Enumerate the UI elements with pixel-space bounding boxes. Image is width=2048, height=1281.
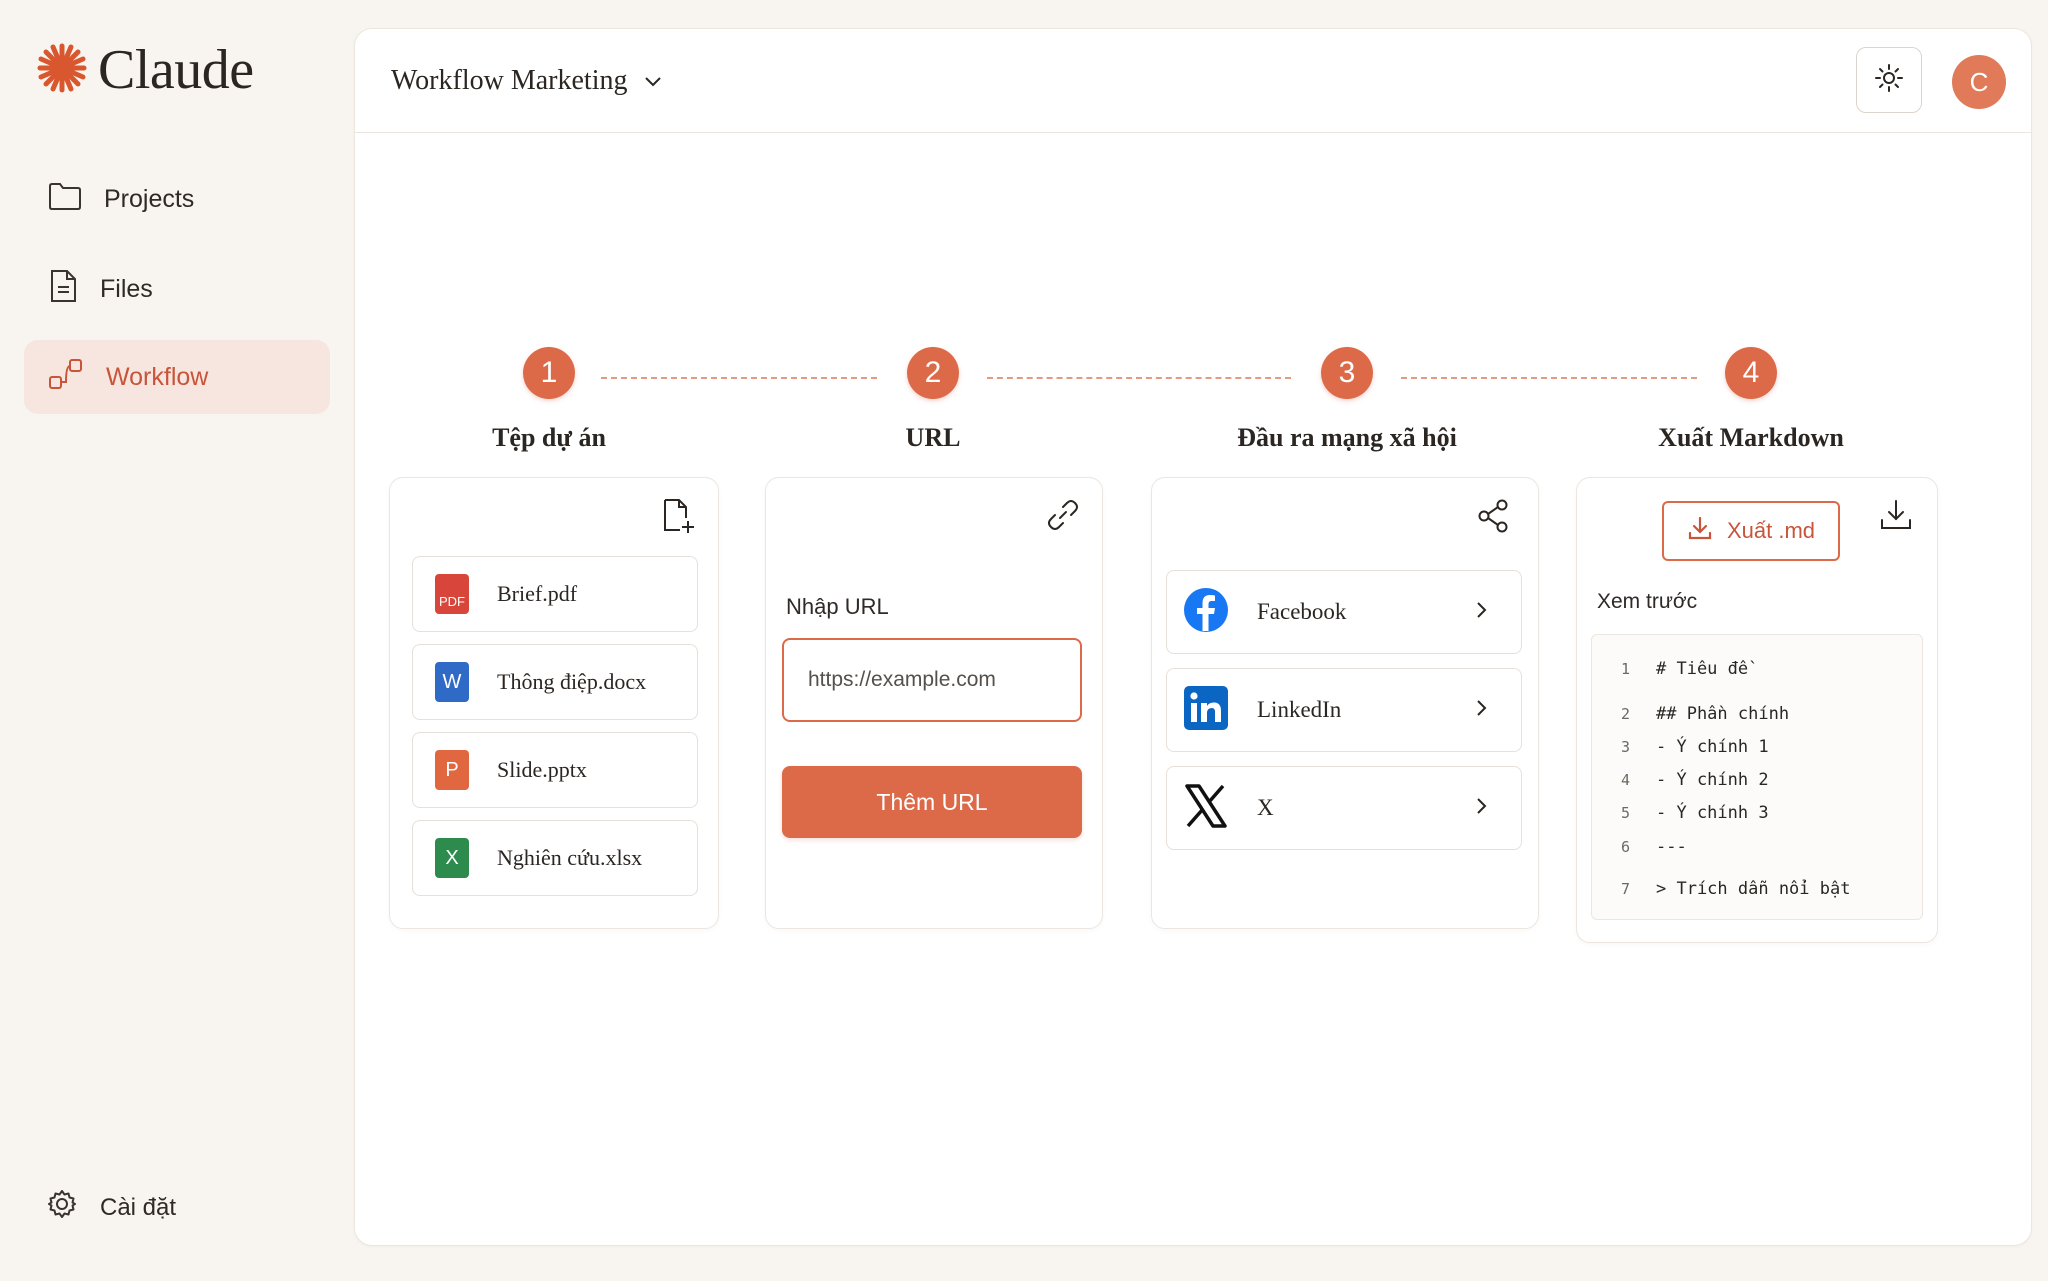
file-item-xlsx[interactable]: X Nghiên cứu.xlsx [412, 820, 698, 896]
project-files-card: PDF Brief.pdf W Thông điệp.docx P Slide.… [389, 477, 719, 929]
file-icon [48, 269, 78, 310]
theme-toggle-button[interactable] [1856, 47, 1922, 113]
sidebar-item-label: Projects [104, 184, 195, 213]
code-line: 5 - Ý chính 3 [1592, 803, 1769, 823]
x-icon [1183, 783, 1229, 834]
file-name: Brief.pdf [497, 581, 578, 606]
word-file-icon: W [435, 662, 469, 702]
step-2-badge: 2 [907, 347, 959, 399]
chevron-right-icon [1475, 698, 1489, 723]
facebook-icon [1183, 587, 1229, 638]
sidebar-item-projects[interactable]: Projects [24, 162, 330, 236]
sun-icon [1874, 63, 1904, 98]
gear-icon [46, 1188, 78, 1227]
chevron-right-icon [1475, 796, 1489, 821]
sidebar: Claude Projects Files Workflow Cài đặt [0, 0, 350, 1281]
export-md-button[interactable]: Xuất .md [1662, 501, 1840, 561]
line-number: 1 [1620, 660, 1630, 678]
step-4-badge: 4 [1725, 347, 1777, 399]
social-item-facebook[interactable]: Facebook [1166, 570, 1522, 654]
line-text: - Ý chính 3 [1656, 803, 1769, 823]
social-name: X [1257, 795, 1274, 820]
download-icon [1687, 515, 1713, 547]
file-item-pptx[interactable]: P Slide.pptx [412, 732, 698, 808]
avatar[interactable]: C [1952, 55, 2006, 109]
step-4-title: Xuất Markdown [1658, 423, 1844, 452]
social-name: Facebook [1257, 599, 1347, 624]
sidebar-item-label: Workflow [106, 362, 209, 391]
social-item-linkedin[interactable]: LinkedIn [1166, 668, 1522, 752]
line-number: 4 [1620, 771, 1630, 789]
url-card: Nhập URL Thêm URL [765, 477, 1103, 929]
social-name: LinkedIn [1257, 697, 1342, 722]
line-text: > Trích dẫn nổi bật [1656, 879, 1851, 899]
line-number: 3 [1620, 738, 1630, 756]
claude-logo-icon [36, 42, 88, 99]
line-text: --- [1656, 837, 1687, 857]
top-bar: Workflow Marketing C [355, 29, 2031, 133]
chevron-right-icon [1475, 600, 1489, 625]
step-2-title: URL [905, 423, 961, 452]
app-name: Claude [98, 39, 254, 101]
export-button-label: Xuất .md [1726, 518, 1816, 543]
logo: Claude [36, 38, 254, 102]
line-number: 6 [1620, 838, 1630, 856]
file-name: Slide.pptx [497, 757, 587, 782]
download-icon[interactable] [1879, 498, 1913, 537]
link-icon[interactable] [1046, 498, 1080, 537]
settings-button[interactable]: Cài đặt [46, 1188, 176, 1227]
project-name: Workflow Marketing [391, 64, 628, 96]
code-line: 3 - Ý chính 1 [1592, 737, 1769, 757]
social-item-x[interactable]: X [1166, 766, 1522, 850]
line-number: 7 [1620, 880, 1630, 898]
line-text: ## Phần chính [1656, 704, 1790, 724]
line-text: - Ý chính 2 [1656, 770, 1769, 790]
project-selector[interactable]: Workflow Marketing [391, 65, 663, 97]
markdown-export-card: Xuất .md Xem trước 1 # Tiêu đề 2 ## Phần c… [1576, 477, 1938, 943]
sidebar-item-label: Files [100, 274, 153, 303]
powerpoint-file-icon: P [435, 750, 469, 790]
code-line: 7 > Trích dẫn nổi bật [1592, 879, 1851, 899]
pdf-file-icon: PDF [435, 574, 469, 614]
line-text: - Ý chính 1 [1656, 737, 1769, 757]
line-number: 5 [1620, 804, 1630, 822]
step-connector [601, 377, 877, 379]
step-connector [1401, 377, 1697, 379]
line-text: # Tiêu đề [1656, 659, 1749, 679]
url-input[interactable] [782, 638, 1082, 722]
file-item-docx[interactable]: W Thông điệp.docx [412, 644, 698, 720]
folder-icon [48, 181, 82, 218]
step-1-badge: 1 [523, 347, 575, 399]
url-field-label: Nhập URL [786, 594, 889, 619]
excel-file-icon: X [435, 838, 469, 878]
step-3-title: Đầu ra mạng xã hội [1237, 423, 1457, 452]
code-line: 2 ## Phần chính [1592, 704, 1789, 724]
chevron-down-icon [643, 65, 663, 97]
add-file-icon[interactable] [662, 498, 696, 539]
linkedin-icon [1183, 685, 1229, 736]
social-output-card: Facebook LinkedIn X [1151, 477, 1539, 929]
main-panel: Workflow Marketing C 1 2 3 4 Tệp dự án U… [354, 28, 2032, 1246]
step-3-badge: 3 [1321, 347, 1373, 399]
preview-label: Xem trước [1597, 590, 1698, 613]
share-icon[interactable] [1476, 498, 1510, 539]
settings-label: Cài đặt [100, 1193, 177, 1221]
step-connector [987, 377, 1291, 379]
code-line: 4 - Ý chính 2 [1592, 770, 1769, 790]
sidebar-item-workflow[interactable]: Workflow [24, 340, 330, 414]
code-line: 1 # Tiêu đề [1592, 659, 1748, 679]
workflow-icon [48, 357, 84, 398]
app-window: Claude Projects Files Workflow Cài đặt W… [0, 0, 2048, 1281]
sidebar-item-files[interactable]: Files [24, 252, 330, 326]
step-1-title: Tệp dự án [492, 423, 606, 452]
code-line: 6 --- [1592, 837, 1687, 857]
add-url-button[interactable]: Thêm URL [782, 766, 1082, 838]
file-name: Thông điệp.docx [497, 669, 647, 694]
line-number: 2 [1620, 705, 1630, 723]
markdown-preview: 1 # Tiêu đề 2 ## Phần chính 3 - Ý chính 1 4… [1591, 634, 1923, 920]
file-name: Nghiên cứu.xlsx [497, 845, 643, 870]
file-item-brief[interactable]: PDF Brief.pdf [412, 556, 698, 632]
